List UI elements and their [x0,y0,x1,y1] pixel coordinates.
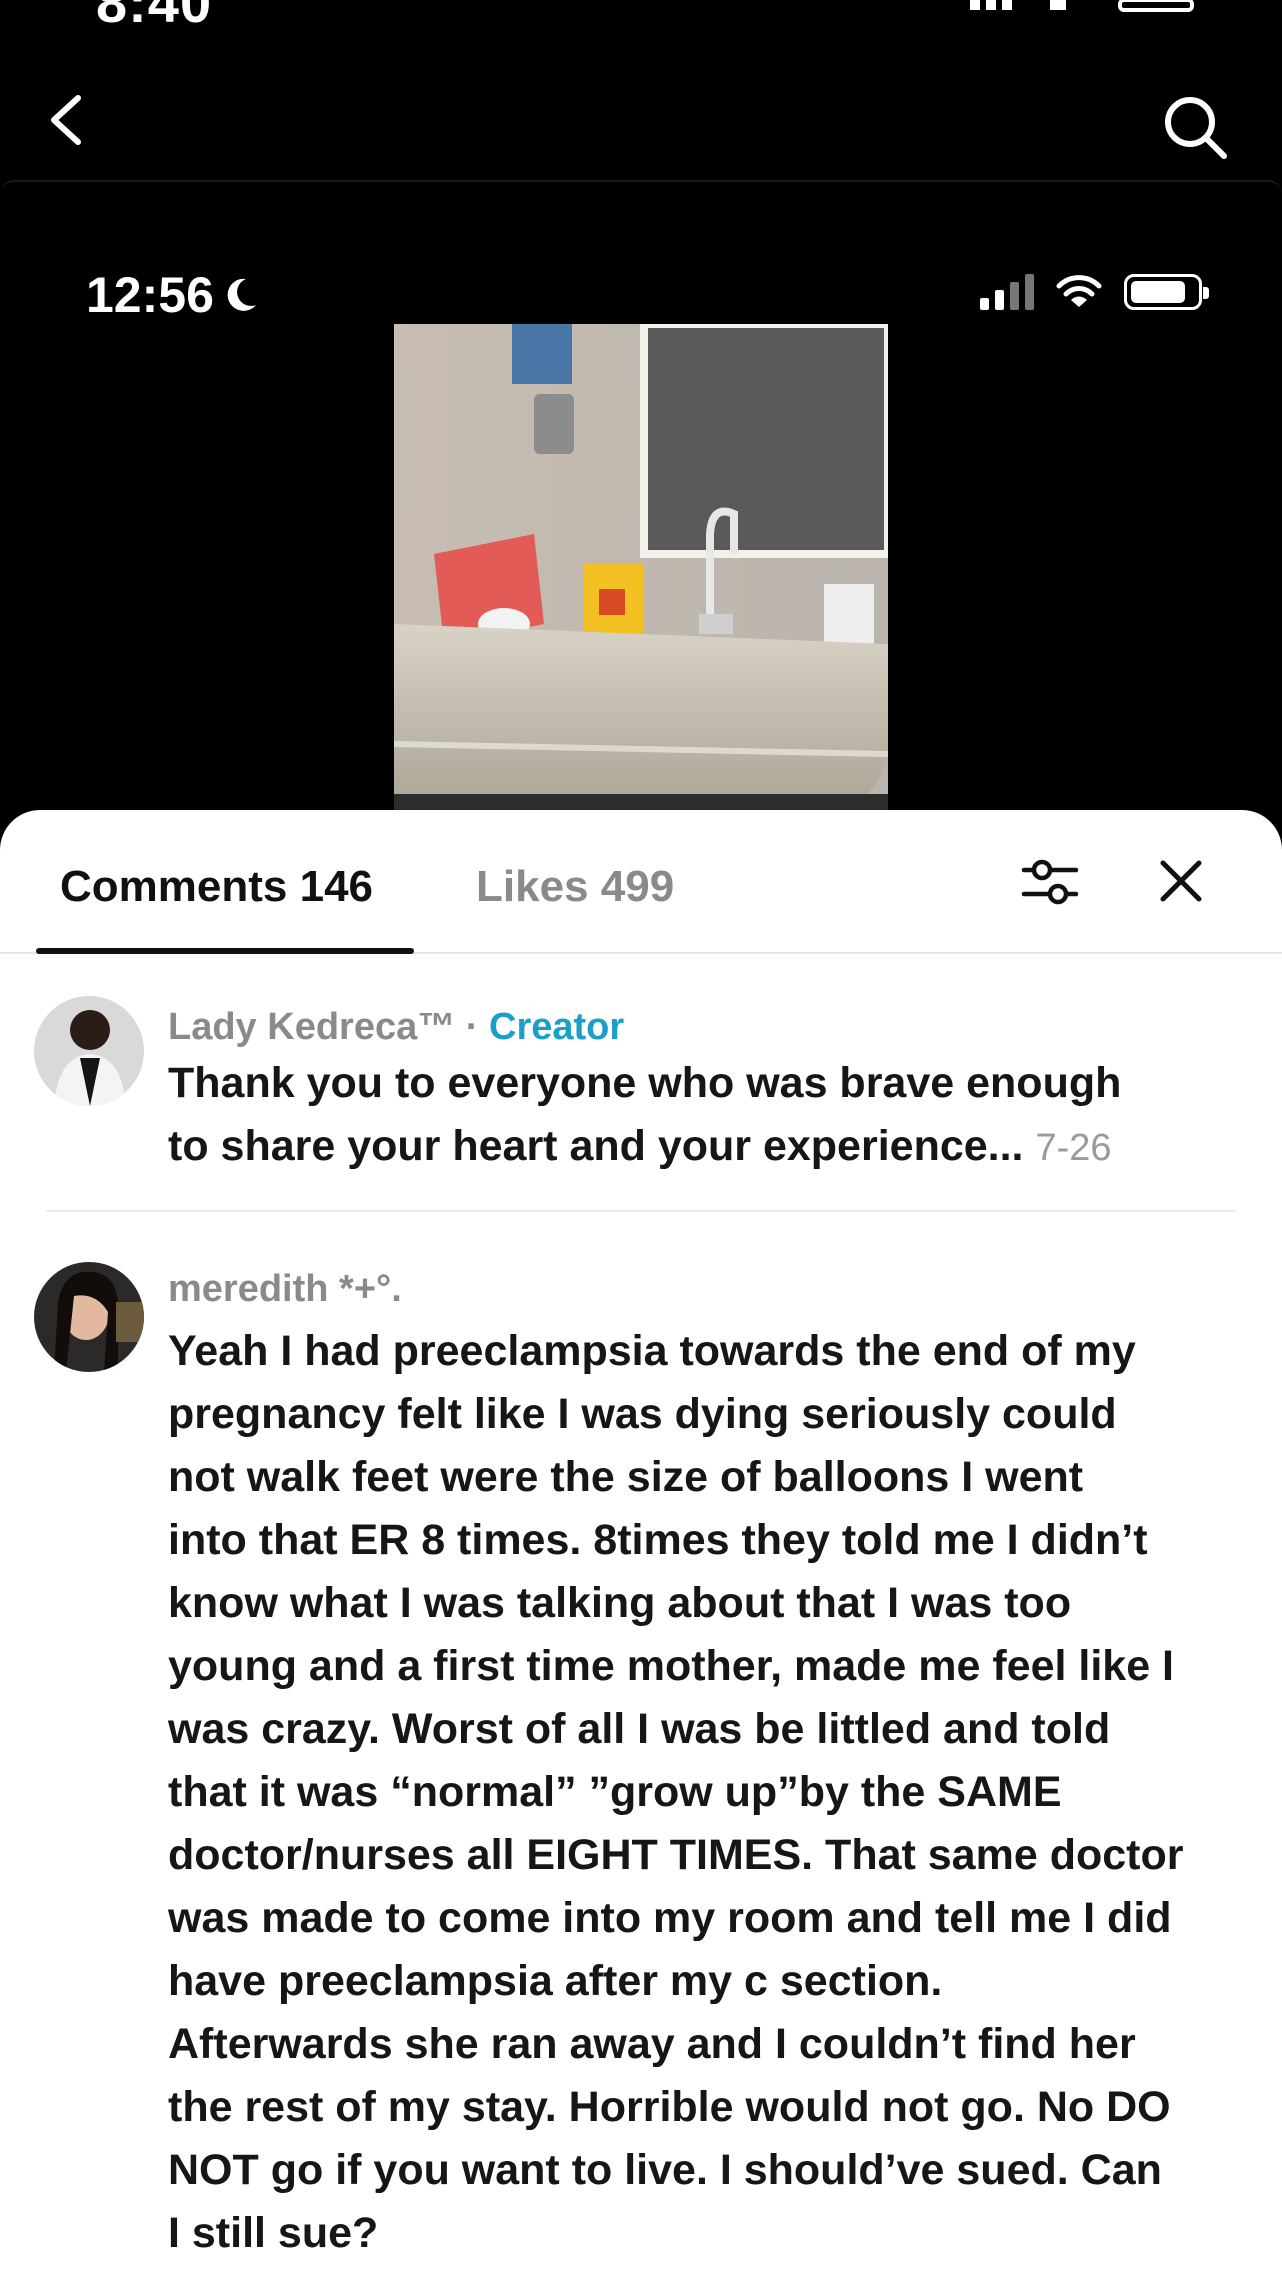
back-arrow-icon[interactable] [38,90,98,150]
comment-line: was crazy. Worst of all I was be littled… [168,1705,1111,1753]
comment-line: pregnancy felt like I was dying seriousl… [168,1390,1117,1438]
sink-photo-image [394,324,888,812]
filter-sliders-icon[interactable] [1020,852,1080,912]
author-separator: · [455,1006,490,1048]
comment-line: I still sue? [168,2209,379,2257]
inner-status-bar: 12:56 [0,222,1282,323]
avatar[interactable] [34,996,144,1106]
comment-line: Yeah I had preeclampsia towards the end … [168,1327,1136,1375]
comment-divider [46,1210,1236,1212]
comment-author-name[interactable]: Lady Kedreca™ [168,1006,455,1048]
comment-line: know what I was talking about that I was… [168,1579,1072,1627]
comment-line: the rest of my stay. Horrible would not … [168,2083,1171,2131]
comment-author-name[interactable]: meredith *+°. [168,1268,402,1311]
inner-status-time: 12:56 [86,267,214,323]
comments-count: 146 [299,862,374,911]
outer-status-bar: 8:40 [0,0,1282,40]
embedded-video-screenshot[interactable]: 12:56 [0,180,1282,820]
comment-author: Lady Kedreca™ · Creator [168,1006,624,1049]
active-tab-indicator [36,948,414,954]
search-icon[interactable] [1160,92,1230,162]
comment-date: 7-26 [1035,1127,1112,1169]
outer-status-time: 8:40 [96,0,213,34]
comment-line: was made to come into my room and tell m… [168,1894,1172,1942]
avatar-image [34,1262,144,1372]
comment-line: NOT go if you want to live. I should’ve … [168,2146,1162,2194]
sheet-tabs: Comments 146 Likes 499 [0,810,1282,954]
video-thumbnail[interactable] [394,324,888,812]
creator-badge: Creator [489,1006,625,1048]
tab-comments[interactable]: Comments 146 [60,862,373,912]
comment-text: Yeah I had preeclampsia towards the end … [168,1320,1258,2265]
comment-line: that it was “normal” ”grow up”by the SAM… [168,1768,1062,1816]
avatar[interactable] [34,1262,144,1372]
avatar-image [34,996,144,1106]
comment-line: Thank you to everyone who was brave enou… [168,1059,1122,1107]
comment-text: Thank you to everyone who was brave enou… [168,1052,1258,1180]
comment-line: into that ER 8 times. 8times they told m… [168,1516,1148,1564]
cellular-signal-icon [980,274,1034,310]
app-bar [0,40,1282,180]
comment-line: doctor/nurses all EIGHT TIMES. That same… [168,1831,1184,1879]
battery-icon [1124,274,1209,310]
moon-icon [227,278,256,311]
close-icon[interactable] [1158,858,1204,904]
outer-status-icons [970,0,1194,12]
comment-line: to share your heart and your experience.… [168,1122,1024,1170]
comment-line: have preeclampsia after my c section. [168,1957,943,2005]
comment-line: young and a first time mother, made me f… [168,1642,1175,1690]
wifi-icon [1056,275,1102,307]
tab-likes[interactable]: Likes 499 [476,862,674,912]
comment-line: Afterwards she ran away and I couldn’t f… [168,2020,1136,2068]
likes-count: 499 [600,862,675,911]
comments-sheet: Comments 146 Likes 499 Lady Kedreca™ · C… [0,810,1282,2282]
comment-line: not walk feet were the size of balloons … [168,1453,1084,1501]
